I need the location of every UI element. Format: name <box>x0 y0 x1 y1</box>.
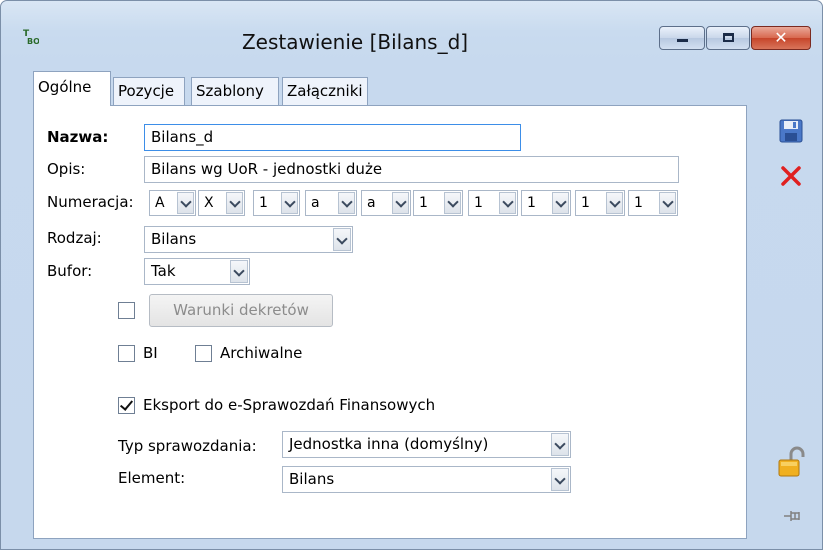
eksport-label: Eksport do e-Sprawozdań Finansowych <box>143 396 436 414</box>
chevron-down-icon[interactable] <box>392 192 409 214</box>
numeracja-segment[interactable]: 1 <box>253 190 300 216</box>
tab-label: Ogólne <box>38 78 92 96</box>
chevron-down-icon[interactable] <box>551 468 569 491</box>
bufor-label: Bufor: <box>47 262 93 280</box>
numeracja-segment[interactable]: A <box>149 190 196 216</box>
close-button[interactable]: ✕ <box>751 26 811 50</box>
nazwa-label: Nazwa: <box>47 128 109 146</box>
numeracja-segment[interactable]: a <box>305 190 357 216</box>
numeracja-segment[interactable]: 1 <box>575 190 625 216</box>
warunki-checkbox[interactable] <box>118 302 135 319</box>
bi-label: BI <box>143 344 158 362</box>
tab-ogolne[interactable]: Ogólne <box>33 71 111 106</box>
opis-label: Opis: <box>47 160 86 178</box>
typ-sprawozdania-select[interactable]: Jednostka inna (domyślny) <box>282 431 571 458</box>
bi-checkbox[interactable] <box>118 345 135 362</box>
eksport-checkbox[interactable] <box>118 397 135 414</box>
window: T BO Zestawienie [Bilans_d] ✕ Ogólne Pozy… <box>0 0 823 550</box>
save-icon[interactable] <box>779 119 803 143</box>
tab-szablony[interactable]: Szablony <box>191 77 279 105</box>
minimize-icon <box>677 39 688 42</box>
chevron-down-icon[interactable] <box>177 192 194 214</box>
opis-input[interactable]: Bilans wg UoR - jednostki duże <box>144 156 679 183</box>
element-select[interactable]: Bilans <box>282 466 571 493</box>
numeracja-segment[interactable]: X <box>198 190 245 216</box>
typ-sprawozdania-label: Typ sprawozdania: <box>118 437 257 455</box>
tab-label: Pozycje <box>118 82 175 100</box>
chevron-down-icon[interactable] <box>230 260 248 283</box>
padlock-icon[interactable] <box>777 446 807 478</box>
checkmark-icon <box>119 397 134 411</box>
numeracja-segment[interactable]: 1 <box>521 190 571 216</box>
numeracja-segment[interactable]: 1 <box>413 190 463 216</box>
tab-pozycje[interactable]: Pozycje <box>113 77 185 105</box>
chevron-down-icon[interactable] <box>333 228 351 251</box>
element-label: Element: <box>118 469 186 487</box>
maximize-button[interactable] <box>706 26 750 50</box>
chevron-down-icon[interactable] <box>606 192 623 214</box>
tab-label: Załączniki <box>287 82 363 100</box>
pin-icon[interactable] <box>783 506 803 526</box>
close-icon: ✕ <box>774 28 788 47</box>
chevron-down-icon[interactable] <box>226 192 243 214</box>
window-title: Zestawienie [Bilans_d] <box>241 30 469 54</box>
chevron-down-icon[interactable] <box>552 192 569 214</box>
archiwalne-label: Archiwalne <box>220 344 303 362</box>
delete-icon[interactable] <box>779 164 803 188</box>
tab-label: Szablony <box>196 82 264 100</box>
chevron-down-icon[interactable] <box>338 192 355 214</box>
chevron-down-icon[interactable] <box>281 192 298 214</box>
numeracja-label: Numeracja: <box>47 193 134 211</box>
rodzaj-label: Rodzaj: <box>47 229 102 247</box>
numeracja-segment[interactable]: 1 <box>468 190 518 216</box>
chevron-down-icon[interactable] <box>551 433 569 456</box>
numeracja-segment[interactable]: a <box>361 190 411 216</box>
title-bar[interactable]: T BO Zestawienie [Bilans_d] ✕ <box>1 1 822 59</box>
bufor-select[interactable]: Tak <box>144 258 250 285</box>
maximize-icon <box>723 33 734 42</box>
numeracja-segment[interactable]: 1 <box>628 190 678 216</box>
chevron-down-icon[interactable] <box>444 192 461 214</box>
tab-zalaczniki[interactable]: Załączniki <box>282 77 368 105</box>
warunki-dekretow-button: Warunki dekretów <box>149 294 333 327</box>
rodzaj-select[interactable]: Bilans <box>144 226 353 253</box>
chevron-down-icon[interactable] <box>659 192 676 214</box>
nazwa-input[interactable]: Bilans_d <box>144 124 521 151</box>
archiwalne-checkbox[interactable] <box>195 345 212 362</box>
chevron-down-icon[interactable] <box>499 192 516 214</box>
minimize-button[interactable] <box>659 26 705 50</box>
